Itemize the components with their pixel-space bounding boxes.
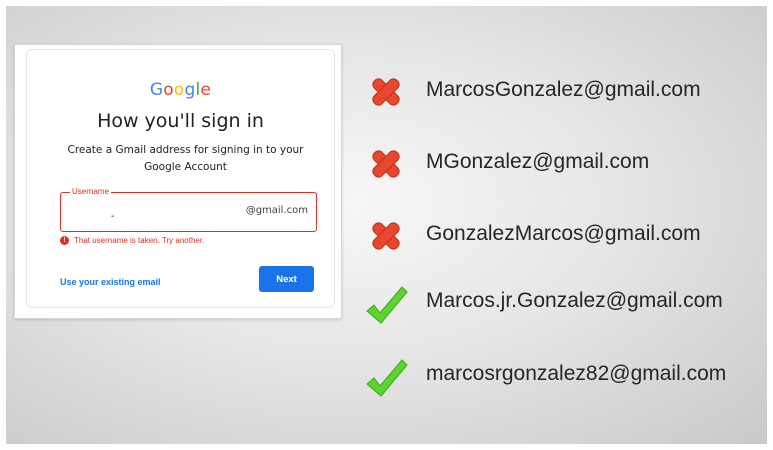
next-button[interactable]: Next [259,266,314,292]
logo-letter: o [173,80,185,100]
email-option-row: Marcos.jr.Gonzalez@gmail.com [364,281,769,325]
logo-letter: e [200,80,212,100]
google-logo: Google [27,80,334,100]
email-option-text: MGonzalez@gmail.com [426,150,650,173]
error-icon: ! [60,236,69,245]
email-option-text: GonzalezMarcos@gmail.com [426,222,701,245]
email-option-text: marcosrgonzalez82@gmail.com [426,362,727,385]
logo-letter: G [149,80,164,100]
error-text: That username is taken. Try another. [74,236,205,245]
red-x-icon [372,150,400,178]
username-input[interactable] [111,211,231,222]
error-message: ! That username is taken. Try another. [60,236,204,245]
email-option-row: GonzalezMarcos@gmail.com [364,214,769,258]
green-check-icon [366,286,408,324]
green-check-icon [366,359,408,397]
domain-suffix: @gmail.com [245,205,308,216]
email-option-row: MarcosGonzalez@gmail.com [364,70,769,114]
signin-dialog: Google How you'll sign in Create a Gmail… [26,49,335,308]
email-option-row: MGonzalez@gmail.com [364,142,769,186]
email-option-text: Marcos.jr.Gonzalez@gmail.com [426,289,723,312]
logo-letter: o [163,80,174,100]
red-x-icon [372,78,400,106]
page-subtitle: Create a Gmail address for signing in to… [67,144,304,173]
use-existing-email-link[interactable]: Use your existing email [60,277,161,287]
red-x-icon [372,222,400,250]
username-field[interactable]: Username @gmail.com [60,187,317,232]
logo-letter: g [184,80,196,100]
email-option-row: marcosrgonzalez82@gmail.com [364,354,769,398]
username-label: Username [70,187,111,196]
page-title: How you'll sign in [97,110,264,132]
google-signin-screenshot: Google How you'll sign in Create a Gmail… [14,44,342,319]
slide-background: Google How you'll sign in Create a Gmail… [6,6,767,444]
email-option-text: MarcosGonzalez@gmail.com [426,78,701,101]
